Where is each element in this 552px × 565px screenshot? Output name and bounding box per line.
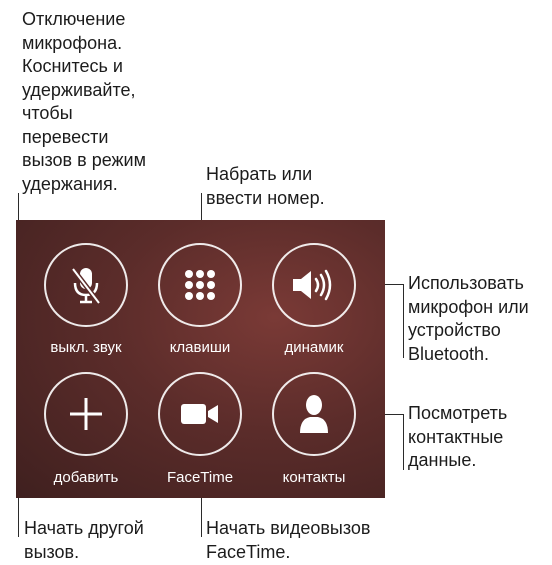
keypad-button[interactable] [158,243,242,327]
callout-line: Начать видеовызов [206,518,371,538]
callout-line: удерживайте, [22,79,136,100]
speaker-button[interactable] [272,243,356,327]
mute-label: выкл. звук [50,339,122,356]
callout-line: микрофона. [22,32,123,53]
callout-line: контактные [408,426,504,447]
callout-line: Коснитесь и [22,56,123,76]
keypad-label: клавиши [169,339,231,356]
speaker-label: динамик [284,339,344,356]
callout-line: вызов в режим [22,150,146,170]
facetime-button[interactable] [158,372,242,456]
mic-off-icon [69,265,103,305]
callout-line: удержания. [22,173,118,194]
callout-add: Начать другой вызов. [24,517,144,564]
callout-line: Bluetooth. [408,343,490,364]
callout-line: Набрать или [206,164,313,184]
leader-line [201,497,202,537]
callout-line: устройство [408,320,501,340]
callout-speaker: Использовать микрофон или устройство Blu… [408,272,529,366]
callout-line: Начать другой [24,518,144,538]
callout-mute: Отключение микрофона. Коснитесь и удержи… [22,8,146,196]
contacts-label: контакты [282,469,346,486]
callout-line: FaceTime. [206,541,291,562]
facetime-label: FaceTime [166,469,234,486]
call-controls-panel: выкл. звук клавиши динамик добавить Face… [16,220,385,498]
callout-facetime: Начать видеовызов FaceTime. [206,517,371,564]
speaker-icon [291,268,337,302]
plus-icon [68,396,104,432]
callout-keypad: Набрать или ввести номер. [206,163,325,210]
mute-button[interactable] [44,243,128,327]
add-label: добавить [53,469,119,486]
leader-line [403,414,404,470]
video-camera-icon [180,402,220,426]
leader-line [403,284,404,358]
callout-line: перевести [22,126,109,147]
callout-line: данные. [408,450,477,470]
keypad-grid-icon [183,268,217,302]
callout-line: Отключение [22,9,126,29]
callout-line: чтобы [22,103,73,123]
contacts-button[interactable] [272,372,356,456]
callout-contacts: Посмотреть контактные данные. [408,402,507,473]
callout-line: Использовать [408,273,524,293]
callout-line: микрофон или [408,296,529,317]
callout-line: ввести номер. [206,187,325,208]
add-call-button[interactable] [44,372,128,456]
callout-line: Посмотреть [408,403,508,423]
person-icon [299,394,329,434]
callout-line: вызов. [24,541,80,562]
